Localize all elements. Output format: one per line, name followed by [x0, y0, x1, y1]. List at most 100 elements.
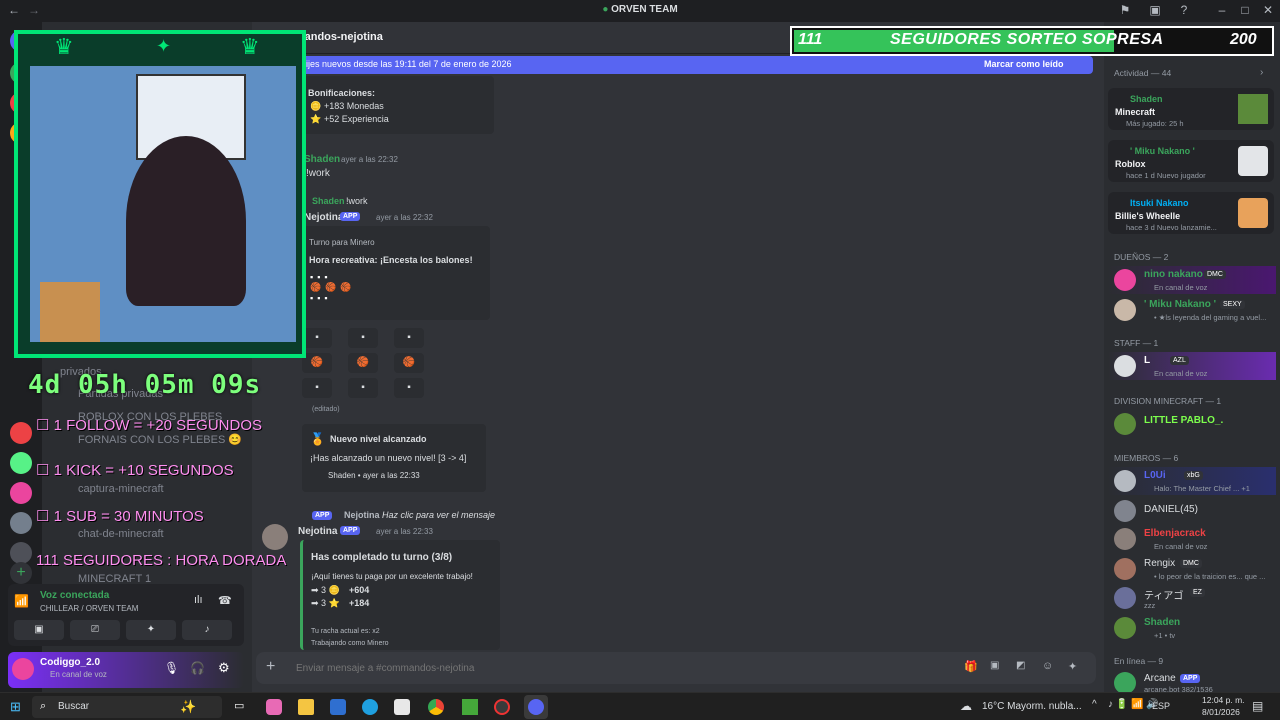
- apps-icon[interactable]: ✦: [1068, 660, 1077, 673]
- maximize-icon[interactable]: □: [1237, 3, 1253, 19]
- noise-icon[interactable]: ılı: [194, 594, 203, 606]
- store-icon[interactable]: [394, 699, 410, 715]
- disconnect-icon[interactable]: ☎: [218, 594, 232, 607]
- headphones-icon[interactable]: 🎧: [190, 661, 205, 675]
- member-tag: AZL: [1170, 356, 1189, 365]
- windows-start-icon[interactable]: ⊞: [10, 699, 21, 715]
- game-button[interactable]: ▪: [394, 378, 424, 398]
- member-name: LITTLE PABLO_.: [1144, 415, 1224, 426]
- server-icon-8[interactable]: [10, 542, 32, 564]
- game-button[interactable]: ▪: [394, 328, 424, 348]
- voice-channel[interactable]: CHILLEAR / ORVEN TEAM: [40, 604, 138, 613]
- division-header: DIVISION MINECRAFT — 1: [1114, 396, 1222, 406]
- server-icon-5[interactable]: [10, 452, 32, 474]
- member-row[interactable]: Elbenjacrack En canal de voz: [1108, 525, 1276, 553]
- hamster-icon: [1238, 198, 1268, 228]
- member-row[interactable]: LITTLE PABLO_.: [1108, 410, 1276, 438]
- edge-icon[interactable]: [362, 699, 378, 715]
- game-button[interactable]: ▪: [302, 378, 332, 398]
- activity-button[interactable]: ✦: [126, 620, 176, 640]
- member-row[interactable]: L AZL En canal de voz: [1108, 352, 1276, 380]
- gift-icon[interactable]: 🎁: [964, 660, 978, 673]
- reply-author[interactable]: Shaden: [312, 196, 345, 206]
- taskbar-search[interactable]: ⌕ Buscar ✨: [32, 696, 222, 718]
- discord-taskbar-icon[interactable]: [524, 695, 548, 719]
- add-server-icon[interactable]: +: [10, 562, 32, 584]
- member-status: zzz: [1144, 601, 1156, 610]
- clock-date[interactable]: 8/01/2026: [1202, 707, 1240, 717]
- member-row[interactable]: nino nakano DMC En canal de voz: [1108, 266, 1276, 294]
- mark-read-button[interactable]: Marcar como leído: [984, 59, 1064, 69]
- close-icon[interactable]: ✕: [1260, 3, 1276, 19]
- member-row[interactable]: Shaden +1 • tv: [1108, 614, 1276, 642]
- reply-text[interactable]: Haz clic para ver el mensaje: [382, 510, 495, 520]
- member-row[interactable]: ティアゴ EZ zzz: [1108, 584, 1276, 612]
- monitor-icon[interactable]: ▣: [1147, 3, 1163, 19]
- gif-icon[interactable]: ▣: [990, 660, 999, 671]
- notification-icon[interactable]: ▤: [1252, 699, 1263, 713]
- microphone-icon[interactable]: 🎙: [164, 661, 179, 675]
- chrome-icon[interactable]: [428, 699, 444, 715]
- activity-card[interactable]: ' Miku Nakano ' Roblox hace 1 d Nuevo ju…: [1108, 140, 1274, 182]
- tray-chevron-icon[interactable]: ^: [1092, 699, 1097, 710]
- search-icon: ⌕: [40, 700, 47, 712]
- member-row[interactable]: L0Ui xbG Halo: The Master Chief ... +1: [1108, 467, 1276, 495]
- message-author[interactable]: Nejotina: [298, 526, 337, 537]
- camera-button[interactable]: ▣: [14, 620, 64, 640]
- basketball-button[interactable]: 🏀: [348, 353, 378, 373]
- member-name: L: [1144, 355, 1151, 366]
- member-row[interactable]: ' Miku Nakano ' SEXY • ★ls leyenda del g…: [1108, 296, 1276, 324]
- sidebar-channel[interactable]: chat-de-minecraft: [78, 528, 164, 540]
- game-button[interactable]: ▪: [302, 328, 332, 348]
- member-tag: SEXY: [1220, 300, 1245, 309]
- member-row[interactable]: Rengix DMC • lo peor de la traicion es..…: [1108, 555, 1276, 583]
- message-input[interactable]: [296, 658, 936, 678]
- member-avatar: [1114, 617, 1136, 639]
- outlook-icon[interactable]: [330, 699, 346, 715]
- member-row[interactable]: DANIEL(45): [1108, 497, 1276, 525]
- member-name: ティアゴ: [1144, 591, 1184, 602]
- game-button[interactable]: ▪: [348, 378, 378, 398]
- message-author[interactable]: Nejotina: [304, 212, 343, 223]
- member-avatar: [1114, 528, 1136, 550]
- activity-card[interactable]: Itsuki Nakano Billie's Wheelle hace 3 d …: [1108, 192, 1274, 234]
- obs-icon[interactable]: [494, 699, 510, 715]
- server-icon-7[interactable]: [10, 512, 32, 534]
- reply-author[interactable]: Nejotina: [344, 510, 380, 520]
- sticker-icon[interactable]: ◩: [1016, 660, 1025, 671]
- follower-goal-label: SEGUIDORES SORTEO SOPRESA: [890, 31, 1164, 48]
- members-header: MIEMBROS — 6: [1114, 453, 1179, 463]
- activity-card[interactable]: Shaden Minecraft Más jugado: 25 h: [1108, 88, 1274, 130]
- user-avatar[interactable]: [12, 658, 34, 680]
- language-indicator[interactable]: ESP: [1152, 701, 1170, 711]
- soundboard-button[interactable]: ♪: [182, 620, 232, 640]
- new-messages-banner[interactable]: ijes nuevos desde las 19:11 del 7 de ene…: [296, 56, 1093, 74]
- minimize-icon[interactable]: –: [1214, 3, 1230, 19]
- member-name: Shaden: [1144, 617, 1181, 628]
- weather-icon: ☁: [960, 699, 972, 713]
- add-attachment-icon[interactable]: +: [266, 658, 275, 676]
- message-avatar[interactable]: [262, 524, 288, 550]
- weather-text[interactable]: 16°C Mayorm. nubla...: [982, 701, 1082, 712]
- file-explorer-icon[interactable]: [298, 699, 314, 715]
- inbox-icon[interactable]: ⚑: [1117, 3, 1133, 19]
- basketball-button[interactable]: 🏀: [394, 353, 424, 373]
- clock-time[interactable]: 12:04 p. m.: [1202, 695, 1245, 705]
- task-view-icon[interactable]: ▭: [234, 699, 244, 712]
- sidebar-channel[interactable]: FORNAIS CON LOS PLEBES 😊: [78, 433, 242, 446]
- basketball-button[interactable]: 🏀: [302, 353, 332, 373]
- game-button[interactable]: ▪: [348, 328, 378, 348]
- help-icon[interactable]: ?: [1176, 3, 1192, 19]
- server-icon-4[interactable]: [10, 422, 32, 444]
- settings-gear-icon[interactable]: ⚙: [218, 660, 230, 676]
- member-row[interactable]: Arcane APP arcane.bot 382/1536: [1108, 670, 1276, 694]
- level-title: Nuevo nivel alcanzado: [330, 434, 427, 444]
- sidebar-channel[interactable]: captura-minecraft: [78, 483, 164, 495]
- server-icon-6[interactable]: [10, 482, 32, 504]
- screen-share-button[interactable]: ⎚: [70, 620, 120, 640]
- emoji-icon[interactable]: ☺: [1042, 660, 1053, 672]
- minecraft-launcher-icon[interactable]: [462, 699, 478, 715]
- message-author[interactable]: Shaden: [304, 154, 340, 165]
- chevron-right-icon[interactable]: ›: [1260, 67, 1263, 78]
- copilot-icon[interactable]: [266, 699, 282, 715]
